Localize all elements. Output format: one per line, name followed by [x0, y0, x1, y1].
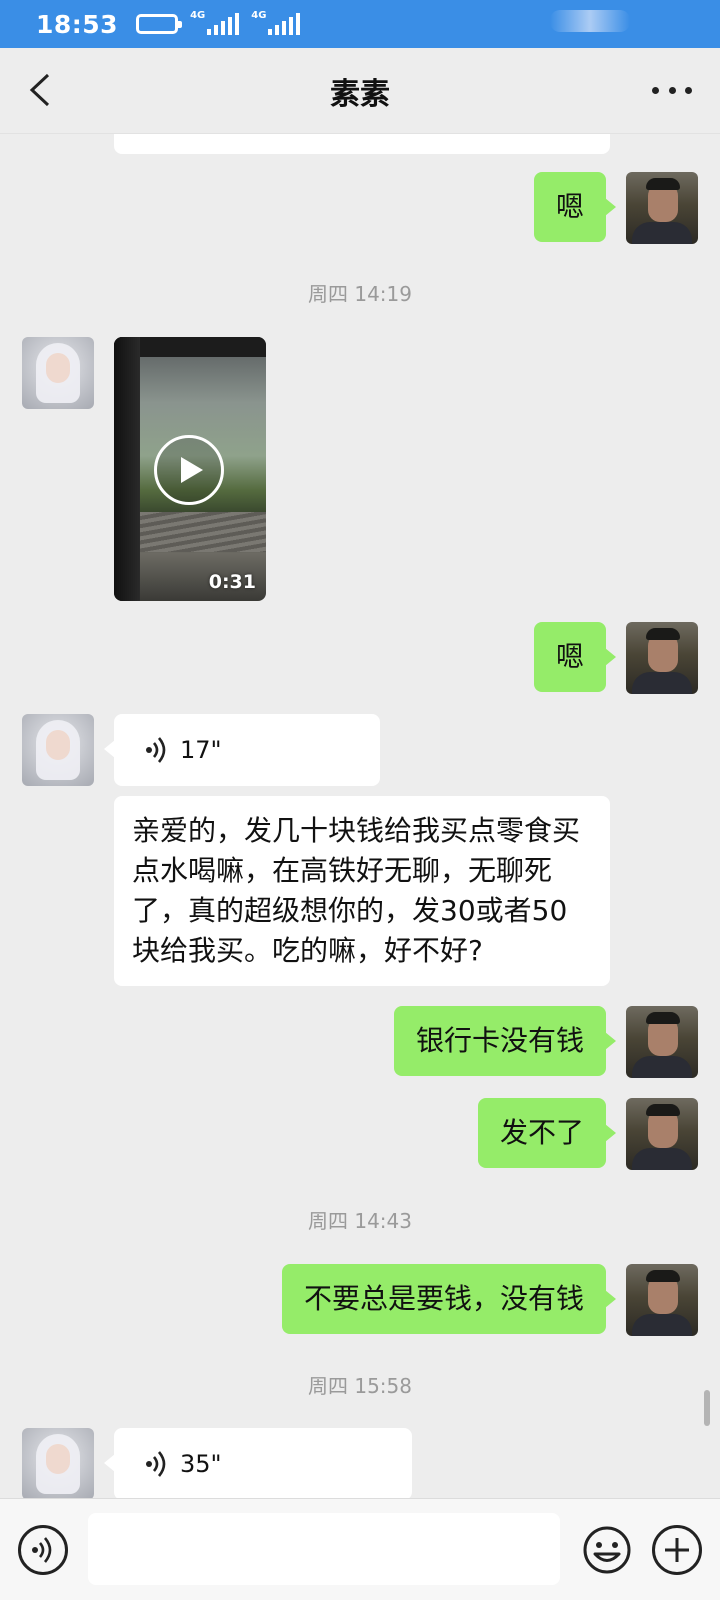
signal-icon-2 — [268, 13, 301, 35]
message-timestamp: 周四 14:43 — [308, 1209, 412, 1233]
my-avatar[interactable] — [626, 1264, 698, 1336]
emoji-button-icon[interactable] — [582, 1525, 632, 1575]
message-list[interactable]: 嗯 周四 14:19 0:31 嗯 17" 亲爱的，发几十块钱给我买点零食买点水… — [0, 134, 720, 1498]
voice-wave-icon — [146, 737, 166, 763]
message-timestamp: 周四 15:58 — [308, 1374, 412, 1398]
network-type-label-2: 4G — [251, 10, 267, 21]
voice-message-bubble[interactable]: 17" — [104, 714, 380, 786]
status-bar: 18:53 4G 4G — [0, 0, 720, 48]
battery-icon — [136, 14, 183, 34]
my-message-bubble[interactable]: 不要总是要钱，没有钱 — [281, 1264, 617, 1334]
play-icon[interactable] — [154, 435, 224, 505]
video-message[interactable]: 0:31 — [114, 337, 266, 601]
partial-message-bubble — [114, 134, 610, 154]
voice-duration: 17" — [180, 736, 222, 764]
contact-avatar[interactable] — [22, 714, 94, 786]
contact-message-bubble[interactable]: 亲爱的，发几十块钱给我买点零食买点水喝嘛，在高铁好无聊，无聊死了，真的超级想你的… — [114, 796, 610, 986]
input-bar — [0, 1498, 720, 1600]
my-message-bubble[interactable]: 嗯 — [533, 622, 617, 692]
my-avatar[interactable] — [626, 1006, 698, 1078]
contact-avatar[interactable] — [22, 337, 94, 409]
scrollbar[interactable] — [704, 1390, 710, 1426]
message-timestamp: 周四 14:19 — [308, 282, 412, 306]
more-options-icon[interactable] — [652, 78, 692, 102]
my-message-bubble[interactable]: 银行卡没有钱 — [393, 1006, 617, 1076]
network-type-label: 4G — [190, 10, 206, 21]
my-message-bubble[interactable]: 嗯 — [533, 172, 617, 242]
chat-header: 素素 — [0, 48, 720, 134]
my-avatar[interactable] — [626, 622, 698, 694]
voice-duration: 35" — [180, 1450, 222, 1478]
voice-wave-icon — [146, 1451, 166, 1477]
voice-input-button[interactable] — [18, 1525, 68, 1575]
back-arrow-icon[interactable] — [22, 72, 58, 108]
chat-title: 素素 — [330, 76, 390, 112]
my-avatar[interactable] — [626, 172, 698, 244]
message-input[interactable] — [88, 1513, 560, 1585]
signal-icon — [207, 13, 240, 35]
voice-message-bubble[interactable]: 35" — [104, 1428, 412, 1498]
contact-avatar[interactable] — [22, 1428, 94, 1498]
plus-icon — [665, 1538, 689, 1562]
video-duration: 0:31 — [208, 571, 256, 593]
my-message-bubble[interactable]: 发不了 — [477, 1098, 617, 1168]
add-attachment-button[interactable] — [652, 1525, 702, 1575]
status-time: 18:53 — [36, 9, 119, 39]
status-blur — [550, 10, 630, 32]
my-avatar[interactable] — [626, 1098, 698, 1170]
voice-wave-icon — [32, 1537, 52, 1563]
